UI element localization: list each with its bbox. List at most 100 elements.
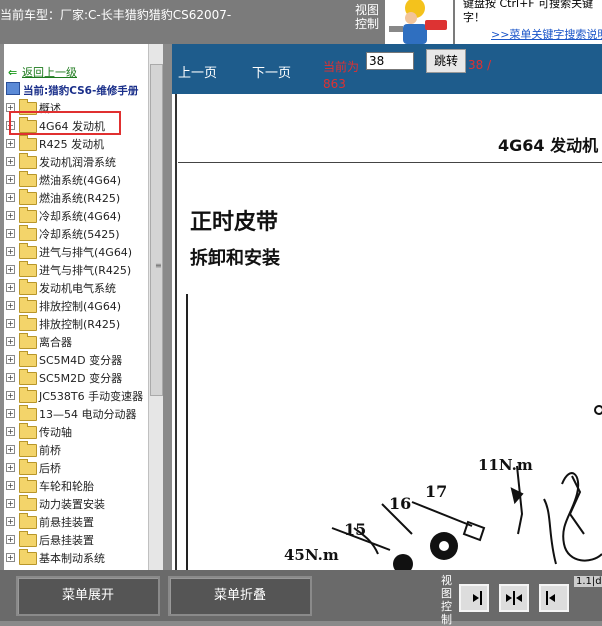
menu-collapse-button[interactable]: 菜单折叠 <box>168 576 312 616</box>
expand-icon[interactable]: + <box>6 517 15 526</box>
folder-icon <box>19 513 37 529</box>
tree-item[interactable]: + 基本制动系统 <box>6 549 148 567</box>
tree-item[interactable]: + 进气与排气(4G64) <box>6 243 148 261</box>
tree-item-label: 冷却系统(5425) <box>39 228 120 241</box>
view-control-label-bottom: 视图控制 <box>441 574 452 626</box>
tree-item[interactable]: + 发动机润滑系统 <box>6 153 148 171</box>
next-page-button[interactable]: 下一页 <box>252 62 291 81</box>
collapse-left-icon <box>546 591 555 605</box>
part-label-16: 16 <box>389 494 412 513</box>
expand-icon[interactable]: + <box>6 535 15 544</box>
folder-icon <box>19 315 37 331</box>
tree-item[interactable]: + 燃油系统(4G64) <box>6 171 148 189</box>
page-number-input[interactable] <box>366 52 414 70</box>
tree-item[interactable]: + 前悬挂装置 <box>6 513 148 531</box>
tree-item-label: SC5M2D 变分器 <box>39 372 123 385</box>
tree-item-label: 动力装置安装 <box>39 498 105 511</box>
tree-item-label: 离合器 <box>39 336 72 349</box>
expand-icon[interactable]: + <box>6 373 15 382</box>
tree-item[interactable]: + R425 发动机 <box>6 135 148 153</box>
tree-item-label: 燃油系统(R425) <box>39 192 121 205</box>
folder-icon <box>19 459 37 475</box>
split-view-icon <box>506 591 522 605</box>
expand-icon[interactable]: + <box>6 409 15 418</box>
tree-item[interactable]: + 后悬挂装置 <box>6 531 148 549</box>
scrollbar-thumb[interactable]: ≡ <box>150 64 163 396</box>
menu-expand-button[interactable]: 菜单展开 <box>16 576 160 616</box>
tree-item[interactable]: + 传动轴 <box>6 423 148 441</box>
folder-icon <box>19 423 37 439</box>
expand-icon[interactable]: + <box>6 427 15 436</box>
tree-item[interactable]: + 燃油系统(R425) <box>6 189 148 207</box>
folder-icon <box>19 225 37 241</box>
expand-icon[interactable]: + <box>6 265 15 274</box>
bottom-bar: 菜单展开 菜单折叠 视图控制 1.1|d <box>0 570 602 626</box>
expand-icon[interactable]: + <box>6 319 15 328</box>
view-right-button[interactable] <box>539 584 569 612</box>
tree-item[interactable]: + SC5M4D 变分器 <box>6 351 148 369</box>
expand-icon[interactable]: + <box>6 391 15 400</box>
back-link[interactable]: ⇐ 返回上一级 <box>8 64 77 80</box>
tree-scrollbar[interactable]: ≡ <box>148 44 163 570</box>
tree-item-label: 燃油系统(4G64) <box>39 174 122 187</box>
expand-icon[interactable]: + <box>6 283 15 292</box>
tree-item[interactable]: + JC538T6 手动变速器 <box>6 387 148 405</box>
tree-item[interactable]: + 后桥 <box>6 459 148 477</box>
back-arrow-icon: ⇐ <box>8 66 18 79</box>
tree-item-label: 进气与排气(R425) <box>39 264 132 277</box>
view-split-button[interactable] <box>499 584 529 612</box>
jump-button[interactable]: 跳转 <box>426 49 466 73</box>
folder-icon <box>19 279 37 295</box>
current-manual-label: 当前:猎豹CS6-维修手册 <box>23 85 139 97</box>
search-help-link[interactable]: >>菜单关键字搜索说明 <box>491 26 602 42</box>
tree-item[interactable]: + SC5M2D 变分器 <box>6 369 148 387</box>
expand-icon[interactable]: + <box>6 301 15 310</box>
tree-item-label: 进气与排气(4G64) <box>39 246 133 259</box>
tree-item[interactable]: + 车轮和轮胎 <box>6 477 148 495</box>
folder-icon <box>19 171 37 187</box>
tree-item[interactable]: + 冷却系统(5425) <box>6 225 148 243</box>
tree-item-label: 前桥 <box>39 444 61 457</box>
current-page-label: 当前为 <box>323 60 360 74</box>
expand-icon[interactable]: + <box>6 355 15 364</box>
expand-icon[interactable]: + <box>6 139 15 148</box>
tree-item[interactable]: + 排放控制(4G64) <box>6 297 148 315</box>
view-left-button[interactable] <box>459 584 489 612</box>
expand-icon[interactable]: + <box>6 211 15 220</box>
folder-icon <box>19 261 37 277</box>
part-label-15: 15 <box>344 520 367 539</box>
tree-item[interactable]: + 离合器 <box>6 333 148 351</box>
folder-icon <box>19 243 37 259</box>
tree-item[interactable]: + 进气与排气(R425) <box>6 261 148 279</box>
expand-icon[interactable]: + <box>6 229 15 238</box>
menu-tree: ⇐ 返回上一级 当前:猎豹CS6-维修手册 + 概述 +4G64 发动机 + R425 发… <box>4 44 148 570</box>
expand-icon[interactable]: + <box>6 157 15 166</box>
tree-item[interactable]: + 发动机电气系统 <box>6 279 148 297</box>
folder-icon <box>19 297 37 313</box>
tree-item[interactable]: + 排放控制(R425) <box>6 315 148 333</box>
expand-icon[interactable]: + <box>6 193 15 202</box>
current-vehicle-label: 当前车型：厂家:C-长丰猎豹猎豹CS62007- <box>0 8 232 22</box>
prev-page-button[interactable]: 上一页 <box>178 62 217 81</box>
document-viewer[interactable]: 4G64 发动机 正时皮带 拆卸和安装 11N.m 17 16 15 45N.m <box>172 94 602 570</box>
tree-item-label: 13—54 电动分动器 <box>39 408 137 421</box>
expand-icon[interactable]: + <box>6 481 15 490</box>
expand-icon[interactable]: + <box>6 337 15 346</box>
timing-belt-diagram <box>331 405 602 570</box>
mascot-image <box>385 0 453 44</box>
ratio-indicator: 1.1|d <box>574 576 602 587</box>
folder-icon <box>19 333 37 349</box>
expand-icon[interactable]: + <box>6 553 15 562</box>
expand-icon[interactable]: + <box>6 499 15 508</box>
tree-item-label: JC538T6 手动变速器 <box>39 390 144 403</box>
tree-item[interactable]: +13—54 电动分动器 <box>6 405 148 423</box>
tree-item[interactable]: + 前桥 <box>6 441 148 459</box>
folder-icon <box>19 405 37 421</box>
expand-icon[interactable]: + <box>6 445 15 454</box>
expand-icon[interactable]: + <box>6 247 15 256</box>
tree-item[interactable]: + 冷却系统(4G64) <box>6 207 148 225</box>
page-count: 38 / <box>468 58 492 72</box>
expand-icon[interactable]: + <box>6 175 15 184</box>
tree-item[interactable]: + 动力装置安装 <box>6 495 148 513</box>
expand-icon[interactable]: + <box>6 463 15 472</box>
